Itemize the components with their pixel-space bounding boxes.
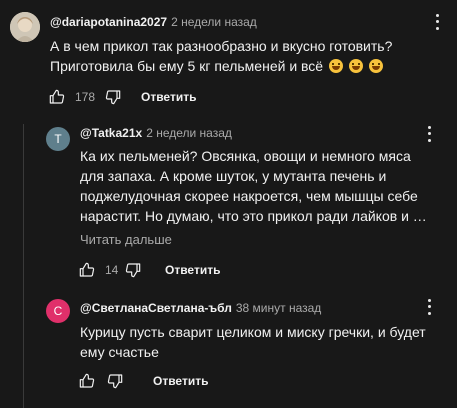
comment-time[interactable]: 2 недели назад [171,15,257,29]
comment-text-line: Приготовила бы ему 5 кг пельменей и всё [50,58,324,74]
comment-actions: Ответить [79,371,208,391]
thread-line [23,124,24,408]
comment-text-line: ему счастье [80,344,159,360]
comment-header: @СветланаСветлана-ъбл 38 минут назад [80,301,321,315]
comment-text: Ка их пельменей? Овсянка, овощи и немног… [80,146,427,226]
thumb-up-icon[interactable] [79,262,95,278]
more-vert-icon[interactable] [429,12,445,32]
comment-text-line: Ка их пельменей? Овсянка, овощи и немног… [80,148,411,164]
comment-header: @Tatka21x 2 недели назад [80,126,232,140]
comment-text-line: Курицу пусть сварит целиком и миску греч… [80,324,426,340]
grinning-sweat-emoji [329,59,343,73]
comment-text: А в чем прикол так разнообразно и вкусно… [50,36,392,76]
author-name[interactable]: @СветланаСветлана-ъбл [80,301,232,315]
reply-button[interactable]: Ответить [153,374,208,388]
like-count: 178 [75,90,96,104]
comment-text-line: поджелудочная скорее накроется, чем мышц… [80,188,418,204]
grinning-sweat-emoji [348,59,363,73]
comment-text: Курицу пусть сварит целиком и миску греч… [80,322,426,362]
thumb-down-icon[interactable] [105,89,121,105]
comment-actions: 178 Ответить [49,87,196,107]
avatar-letter: С [53,304,63,318]
more-vert-icon[interactable] [421,297,437,317]
thumb-up-icon[interactable] [79,373,95,389]
comment-header: @dariapotanina2027 2 недели назад [50,15,257,29]
avatar[interactable]: С [46,299,70,323]
read-more-link[interactable]: Читать дальше [80,232,172,247]
reply-button[interactable]: Ответить [141,90,196,104]
more-vert-icon[interactable] [421,124,437,144]
avatar[interactable]: T [46,127,70,151]
reply-button[interactable]: Ответить [165,263,220,277]
comment-text-line-with-emoji: Приготовила бы ему 5 кг пельменей и всё [50,56,392,76]
avatar[interactable] [10,12,40,42]
author-name[interactable]: @Tatka21x [80,126,142,140]
comment-text-line: А в чем прикол так разнообразно и вкусно… [50,38,393,54]
author-name[interactable]: @dariapotanina2027 [50,15,167,29]
comment-text-line: нарастит. Но думаю, что это прикол ради … [80,208,427,224]
thumb-down-icon[interactable] [125,262,141,278]
comment-text-line: для запаха. А кроме шуток, у мутанта печ… [80,168,387,184]
comment-time[interactable]: 38 минут назад [236,301,321,315]
like-count: 14 [105,263,119,277]
grinning-sweat-emoji [368,59,383,73]
thumb-up-icon[interactable] [49,89,65,105]
avatar-letter: T [54,132,62,146]
thumb-down-icon[interactable] [107,373,123,389]
comment-time[interactable]: 2 недели назад [146,126,232,140]
comment-actions: 14 Ответить [79,260,220,280]
avatar-photo [10,12,40,42]
